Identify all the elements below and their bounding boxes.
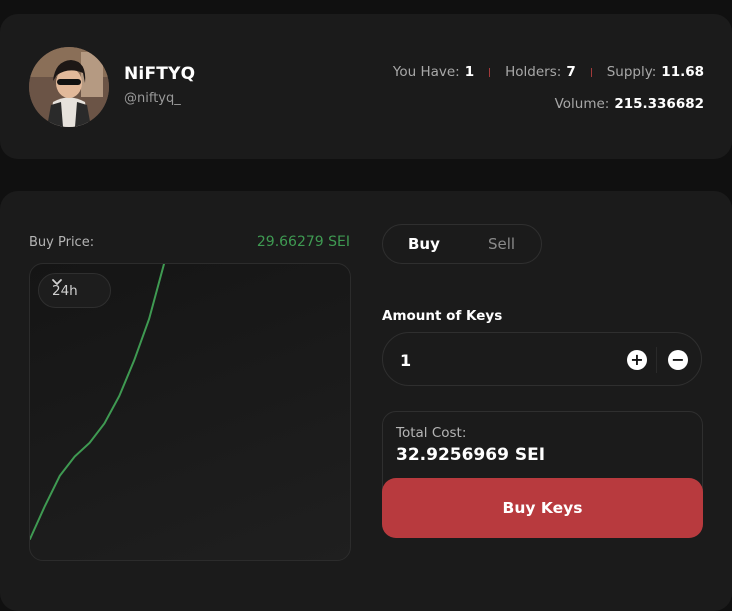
buy-price-value: 29.66279 SEI [256,234,350,250]
stat-divider [590,67,592,77]
increment-button[interactable]: + [627,350,647,370]
buy-keys-button[interactable]: Buy Keys [382,478,703,538]
tab-sell[interactable]: Sell [488,235,515,253]
chevron-down-icon [52,279,62,285]
buy-price-label: Buy Price: [29,235,95,250]
tab-buy[interactable]: Buy [408,235,440,253]
price-chart-svg [30,264,165,540]
amount-input[interactable] [398,347,602,373]
avatar-image [29,47,109,127]
holders-value: 7 [566,64,576,80]
buy-keys-label: Buy Keys [502,499,583,517]
profile-stats: You Have: 1 Holders: 7 Supply: 11.68 Vol… [393,62,704,114]
amount-of-keys-label: Amount of Keys [382,308,503,324]
profile-handle: @niftyq_ [124,91,181,106]
supply-label: Supply: [606,64,657,80]
price-chart: 24h [29,263,351,561]
profile-name: NiFTYQ [124,64,196,84]
time-range-dropdown[interactable]: 24h [38,273,111,308]
you-have-label: You Have: [392,64,460,80]
avatar [29,47,109,127]
total-cost-label: Total Cost: [396,425,467,441]
volume-value: 215.336682 [614,96,704,112]
stat-divider [489,67,491,77]
holders-label: Holders: [505,64,562,80]
total-cost-value: 32.9256969 SEI [396,445,546,465]
decrement-button[interactable]: − [668,350,688,370]
amount-of-keys-field: + − [382,332,702,386]
supply-value: 11.68 [661,64,704,80]
stepper-divider [656,347,657,373]
you-have-value: 1 [464,64,475,80]
buy-sell-toggle: Buy Sell [382,224,542,264]
volume-label: Volume: [554,96,610,112]
